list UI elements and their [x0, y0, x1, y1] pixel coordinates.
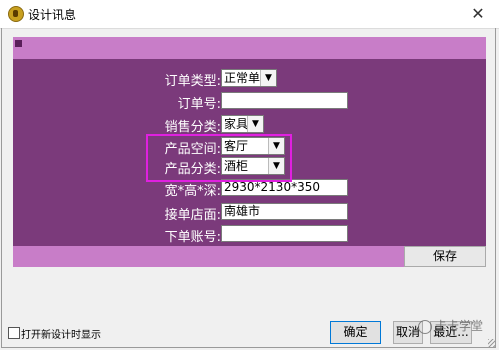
chevron-down-icon: ▼: [247, 116, 263, 132]
dimensions-label: 宽*高*深:: [164, 184, 221, 199]
panel-marker-icon: [15, 40, 22, 47]
panel-header-strip: [13, 37, 486, 59]
app-icon: [8, 6, 24, 22]
sales-category-select[interactable]: 家具 ▼: [221, 115, 264, 133]
title-bar: 设计讯息 ✕: [0, 0, 499, 29]
watermark-logo-icon: [418, 319, 432, 334]
account-label: 下单账号:: [164, 230, 221, 245]
order-no-label: 订单号:: [177, 97, 221, 112]
order-type-select[interactable]: 正常单 ▼: [221, 69, 277, 87]
store-field[interactable]: 南雄市: [221, 203, 348, 220]
resize-grip-icon[interactable]: [488, 339, 496, 347]
order-type-label: 订单类型:: [164, 74, 221, 89]
order-no-field[interactable]: [221, 92, 348, 109]
close-icon[interactable]: ✕: [467, 3, 489, 25]
ok-button[interactable]: 确定: [330, 321, 381, 344]
watermark: 卡卡学堂: [418, 317, 483, 334]
save-button[interactable]: 保存: [404, 246, 486, 267]
chevron-down-icon: ▼: [260, 70, 276, 86]
account-field[interactable]: [221, 225, 348, 242]
store-label: 接单店面:: [164, 208, 221, 223]
show-on-new-design-label: 打开新设计时显示: [21, 330, 101, 341]
show-on-new-design-checkbox[interactable]: [8, 327, 20, 339]
sales-category-label: 销售分类:: [164, 120, 221, 135]
window-title: 设计讯息: [28, 8, 77, 22]
highlight-box: [146, 134, 292, 182]
